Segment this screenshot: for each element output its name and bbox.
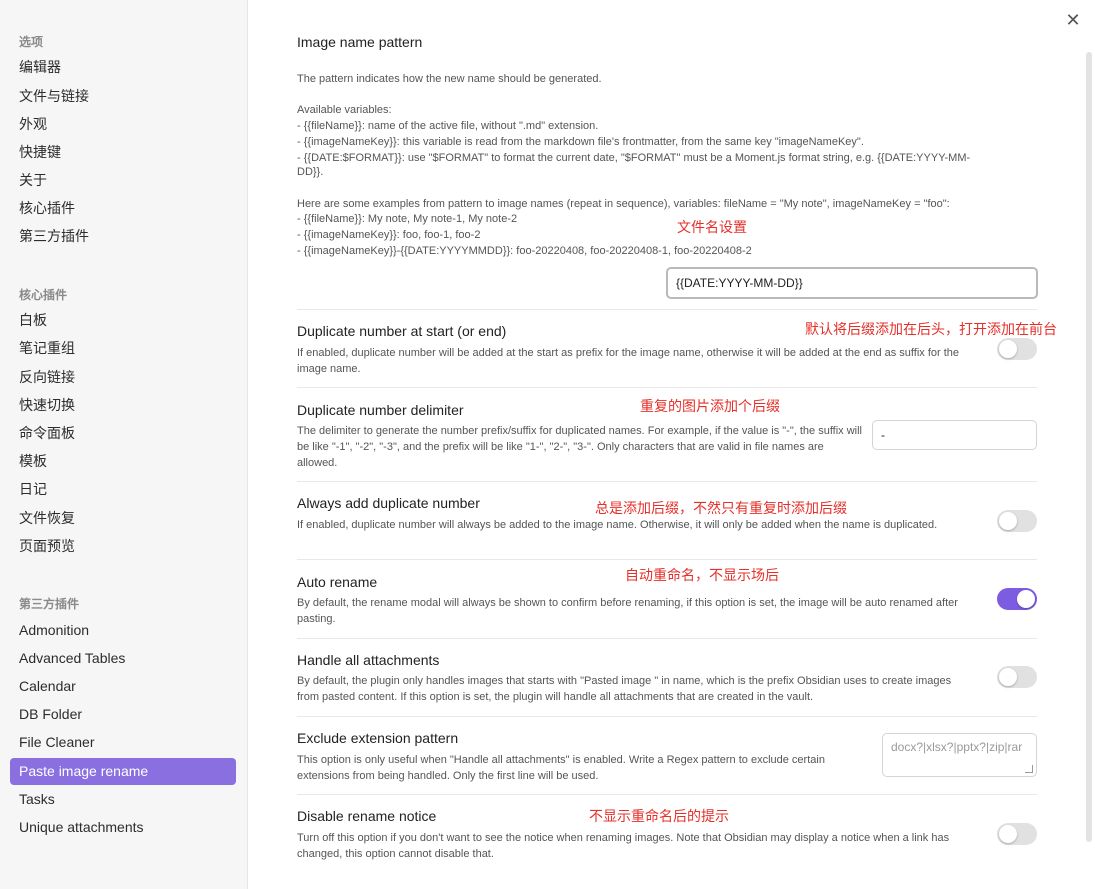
sidebar-item-quick-switcher[interactable]: 快速切换: [10, 392, 236, 419]
sidebar-item-core-plugins[interactable]: 核心插件: [10, 195, 236, 222]
sidebar-item-advanced-tables[interactable]: Advanced Tables: [10, 645, 236, 672]
setting-title-delimiter: Duplicate number delimiter: [297, 402, 464, 418]
sidebar-item-command-palette[interactable]: 命令面板: [10, 420, 236, 447]
divider: [297, 481, 1037, 482]
sidebar-item-tasks[interactable]: Tasks: [10, 786, 236, 813]
divider: [297, 794, 1037, 795]
sidebar-item-hotkeys[interactable]: 快捷键: [10, 139, 236, 166]
handle-all-toggle[interactable]: [997, 666, 1037, 688]
annotation-delimiter: 重复的图片添加个后缀: [640, 398, 780, 414]
sidebar-item-community-plugins[interactable]: 第三方插件: [10, 223, 236, 250]
pattern-desc-line: The pattern indicates how the new name s…: [297, 73, 602, 85]
close-icon[interactable]: ✕: [1063, 10, 1083, 30]
sidebar-item-admonition[interactable]: Admonition: [10, 617, 236, 644]
toggle-knob: [999, 512, 1017, 530]
dup-start-toggle[interactable]: [997, 338, 1037, 360]
annotation-dup-start: 默认将后缀添加在后头，打开添加在前台: [805, 321, 1057, 337]
pattern-desc-line: Here are some examples from pattern to i…: [297, 198, 950, 210]
sidebar-item-unique-attachments[interactable]: Unique attachments: [10, 814, 236, 841]
setting-title-auto-rename: Auto rename: [297, 574, 378, 590]
pattern-desc-line: - {{imageNameKey}}: this variable is rea…: [297, 136, 864, 148]
toggle-knob: [999, 340, 1017, 358]
divider: [297, 559, 1037, 560]
sidebar-item-db-folder[interactable]: DB Folder: [10, 701, 236, 728]
always-add-toggle[interactable]: [997, 510, 1037, 532]
delimiter-input[interactable]: -: [872, 420, 1037, 450]
sidebar-item-backlinks[interactable]: 反向链接: [10, 364, 236, 391]
setting-title-dup-start: Duplicate number at start (or end): [297, 323, 507, 339]
image-name-pattern-input[interactable]: {{DATE:YYYY-MM-DD}}: [666, 267, 1038, 299]
toggle-knob: [999, 668, 1017, 686]
sidebar-item-editor[interactable]: 编辑器: [10, 54, 236, 81]
setting-desc-dup-start: If enabled, duplicate number will be add…: [297, 347, 960, 375]
pattern-desc-line: Available variables:: [297, 104, 392, 116]
sidebar-item-file-cleaner[interactable]: File Cleaner: [10, 729, 236, 756]
setting-title-image-name-pattern: Image name pattern: [297, 34, 423, 50]
sidebar-item-note-composer[interactable]: 笔记重组: [10, 335, 236, 362]
setting-title-handle-all: Handle all attachments: [297, 652, 440, 668]
setting-desc-disable-notice: Turn off this option if you don't want t…: [297, 832, 950, 860]
pattern-desc-line: DD}}.: [297, 166, 324, 178]
annotation-filename-setting: 文件名设置: [677, 219, 747, 235]
divider: [297, 716, 1037, 717]
sidebar-item-files-links[interactable]: 文件与链接: [10, 83, 236, 110]
exclude-placeholder: docx?|xlsx?|pptx?|zip|rar: [891, 740, 1023, 754]
setting-title-always-add: Always add duplicate number: [297, 495, 480, 511]
sidebar-item-templates[interactable]: 模板: [10, 448, 236, 475]
resize-grip-icon[interactable]: [1025, 765, 1033, 773]
annotation-always-add: 总是添加后缀，不然只有重复时添加后缀: [595, 500, 847, 516]
scrollbar[interactable]: [1086, 52, 1092, 842]
sidebar-item-canvas[interactable]: 白板: [10, 307, 236, 334]
toggle-knob: [1017, 590, 1035, 608]
annotation-disable-notice: 不显示重命名后的提示: [589, 808, 729, 824]
exclude-pattern-textarea[interactable]: docx?|xlsx?|pptx?|zip|rar: [882, 733, 1037, 777]
divider: [297, 309, 1037, 310]
annotation-auto-rename: 自动重命名，不显示场后: [625, 567, 779, 583]
sidebar-item-calendar[interactable]: Calendar: [10, 673, 236, 700]
sidebar-group-core-plugins: 核心插件: [19, 288, 68, 302]
setting-title-disable-notice: Disable rename notice: [297, 808, 437, 824]
setting-desc-auto-rename: By default, the rename modal will always…: [297, 597, 958, 625]
sidebar-item-page-preview[interactable]: 页面预览: [10, 533, 236, 560]
pattern-desc-line: - {{fileName}}: name of the active file,…: [297, 120, 599, 132]
sidebar-item-paste-image-rename[interactable]: Paste image rename: [10, 758, 236, 785]
setting-desc-exclude: This option is only useful when "Handle …: [297, 754, 825, 782]
sidebar-item-daily-notes[interactable]: 日记: [10, 476, 236, 503]
divider: [297, 638, 1037, 639]
sidebar-item-about[interactable]: 关于: [10, 167, 236, 194]
setting-desc-delimiter: The delimiter to generate the number pre…: [297, 425, 863, 469]
pattern-desc-line: - {{imageNameKey}}: foo, foo-1, foo-2: [297, 229, 481, 241]
pattern-desc-line: - {{DATE:$FORMAT}}: use "$FORMAT" to for…: [297, 152, 971, 164]
pattern-desc-line: - {{fileName}}: My note, My note-1, My n…: [297, 213, 518, 225]
divider: [297, 387, 1037, 388]
settings-sidebar: 选项 编辑器 文件与链接 外观 快捷键 关于 核心插件 第三方插件 核心插件 白…: [0, 0, 248, 889]
toggle-knob: [999, 825, 1017, 843]
disable-notice-toggle[interactable]: [997, 823, 1037, 845]
sidebar-item-appearance[interactable]: 外观: [10, 111, 236, 138]
setting-title-exclude: Exclude extension pattern: [297, 730, 459, 746]
sidebar-group-options: 选项: [19, 35, 44, 49]
pattern-desc-line: - {{imageNameKey}}-{{DATE:YYYYMMDD}}: fo…: [297, 245, 752, 257]
setting-desc-always-add: If enabled, duplicate number will always…: [297, 519, 938, 531]
sidebar-group-third-party: 第三方插件: [19, 597, 80, 611]
sidebar-item-file-recovery[interactable]: 文件恢复: [10, 505, 236, 532]
auto-rename-toggle[interactable]: [997, 588, 1037, 610]
setting-desc-handle-all: By default, the plugin only handles imag…: [297, 675, 952, 703]
